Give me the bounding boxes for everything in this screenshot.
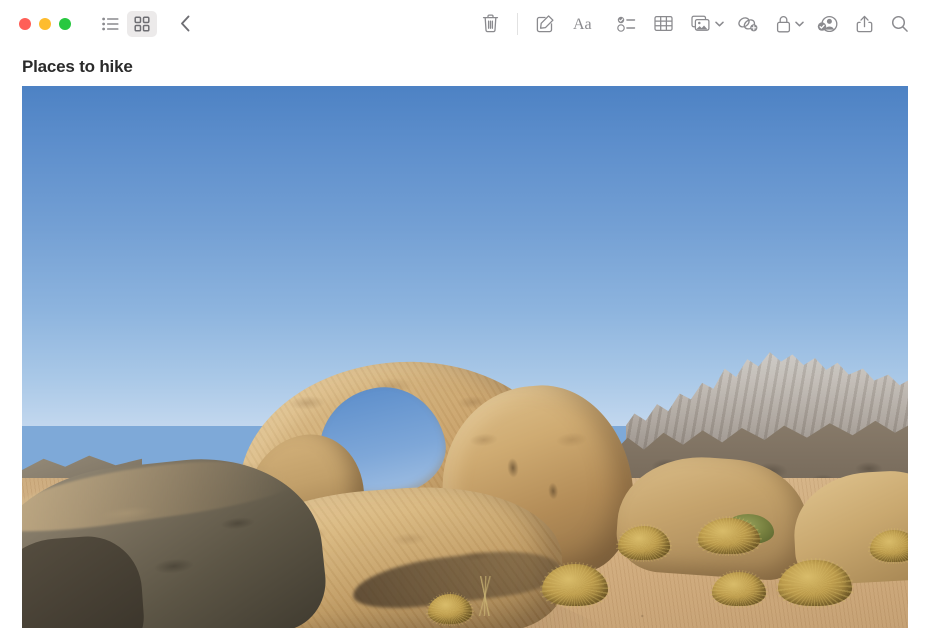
view-toggle-group <box>95 11 199 37</box>
back-button[interactable] <box>171 11 199 37</box>
zoom-button[interactable] <box>59 18 71 30</box>
desert-brush <box>618 526 670 560</box>
photo-attachment[interactable] <box>22 86 908 628</box>
table-icon <box>654 15 673 32</box>
toolbar-separator <box>517 13 518 35</box>
chevron-down-icon[interactable] <box>795 21 804 27</box>
add-link-icon <box>737 15 758 33</box>
desert-brush <box>712 572 766 606</box>
grass-strands <box>452 576 522 616</box>
trash-icon <box>482 14 499 33</box>
chevron-down-icon[interactable] <box>715 21 724 27</box>
svg-text:Aa: Aa <box>573 16 592 32</box>
format-aa-icon: Aa <box>573 15 599 32</box>
collaborate-person-icon <box>817 15 838 33</box>
chevron-left-icon <box>180 15 191 32</box>
lock-icon <box>776 15 791 33</box>
desert-brush <box>778 560 852 606</box>
desert-brush <box>698 518 760 554</box>
share-button[interactable] <box>847 10 882 38</box>
checklist-button[interactable] <box>608 10 645 38</box>
gallery-view-button[interactable] <box>127 11 157 37</box>
media-photos-icon <box>691 15 711 33</box>
desert-brush <box>542 564 608 606</box>
link-button[interactable] <box>728 10 767 38</box>
table-button[interactable] <box>645 10 682 38</box>
toolbar: Aa <box>0 0 932 47</box>
toolbar-actions: Aa <box>473 10 918 38</box>
format-button[interactable]: Aa <box>564 10 608 38</box>
delete-button[interactable] <box>473 10 508 38</box>
list-view-button[interactable] <box>95 11 125 37</box>
lock-button[interactable] <box>767 10 808 38</box>
collaborate-button[interactable] <box>808 10 847 38</box>
checklist-icon <box>617 16 636 32</box>
minimize-button[interactable] <box>39 18 51 30</box>
desert-brush <box>870 530 908 562</box>
photo-canvas <box>22 86 908 628</box>
compose-icon <box>536 14 555 33</box>
gallery-view-icon <box>134 16 150 32</box>
notes-window: Aa <box>0 0 932 628</box>
share-icon <box>856 14 873 33</box>
list-view-icon <box>102 17 119 31</box>
note-title: Places to hike <box>22 57 133 77</box>
compose-button[interactable] <box>527 10 564 38</box>
close-button[interactable] <box>19 18 31 30</box>
search-button[interactable] <box>882 10 918 38</box>
media-button[interactable] <box>682 10 728 38</box>
search-icon <box>891 15 909 33</box>
traffic-lights <box>19 18 71 30</box>
